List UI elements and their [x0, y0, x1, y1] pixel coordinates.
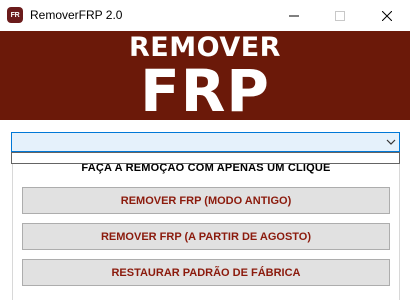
- banner-title-line2: FRP: [140, 57, 270, 125]
- remove-frp-old-mode-button[interactable]: REMOVER FRP (MODO ANTIGO): [22, 187, 390, 214]
- chevron-down-icon: [386, 139, 396, 145]
- window-title: RemoverFRP 2.0: [30, 8, 123, 22]
- maximize-icon: [335, 10, 345, 21]
- app-icon: FR: [7, 7, 23, 23]
- minimize-icon: [289, 15, 299, 16]
- header-banner: REMOVER FRP: [0, 31, 410, 124]
- close-button[interactable]: [364, 0, 410, 31]
- title-bar: FR RemoverFRP 2.0: [0, 0, 410, 31]
- remove-frp-august-button[interactable]: REMOVER FRP (A PARTIR DE AGOSTO): [22, 223, 390, 250]
- device-dropdown-list[interactable]: [11, 152, 400, 164]
- minimize-button[interactable]: [271, 0, 317, 31]
- close-icon: [382, 10, 392, 21]
- app-icon-label: FR: [10, 11, 20, 19]
- factory-reset-button[interactable]: RESTAURAR PADRÃO DE FÁBRICA: [22, 259, 390, 286]
- device-select[interactable]: [11, 132, 400, 152]
- maximize-button[interactable]: [317, 0, 363, 31]
